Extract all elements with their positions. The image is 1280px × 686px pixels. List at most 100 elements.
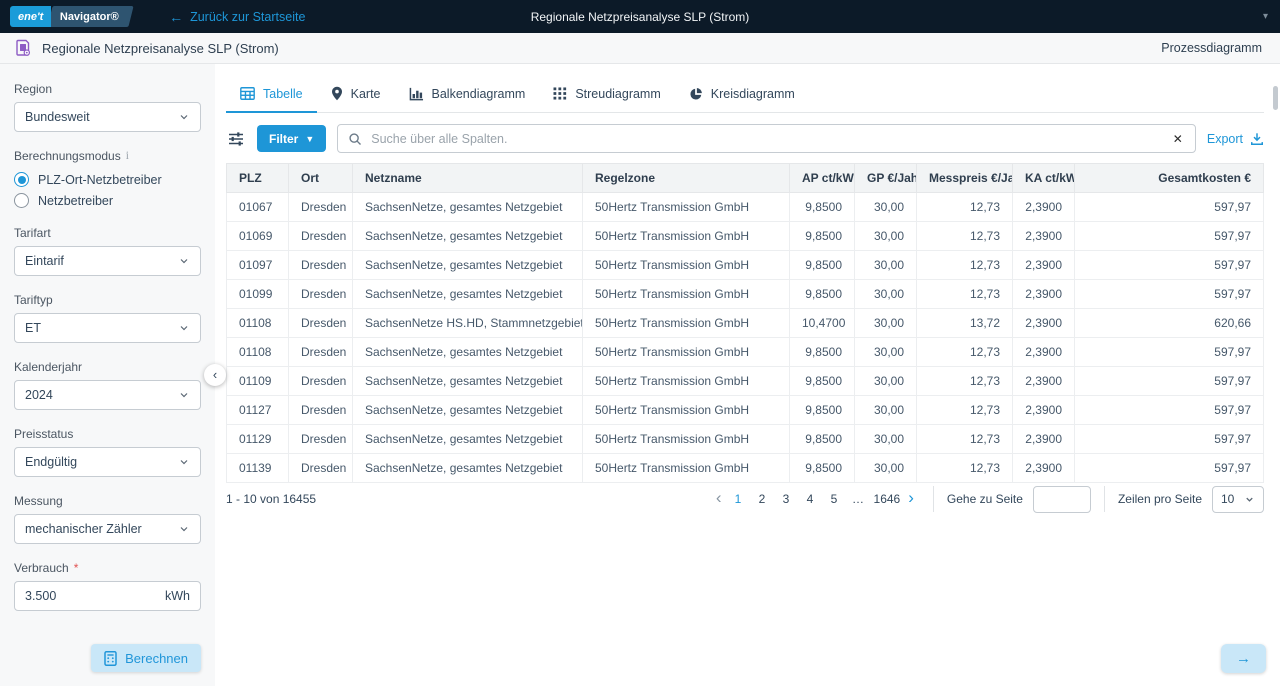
table-cell: 9,8500 xyxy=(790,193,855,222)
region-select[interactable]: Bundesweit xyxy=(14,102,201,132)
table-cell: Dresden xyxy=(289,454,353,483)
prev-page-button[interactable]: ‹ xyxy=(710,489,728,509)
table-row[interactable]: 01127DresdenSachsenNetze, gesamtes Netzg… xyxy=(227,396,1264,425)
messung-select[interactable]: mechanischer Zähler xyxy=(14,514,201,544)
next-page-button[interactable]: › xyxy=(902,489,920,509)
table-cell: 12,73 xyxy=(917,193,1013,222)
clear-search-button[interactable]: ✕ xyxy=(1171,132,1185,146)
page-number-button[interactable]: 5 xyxy=(824,488,845,510)
table-cell: 30,00 xyxy=(855,425,917,454)
page-number-button[interactable]: 2 xyxy=(752,488,773,510)
table-row[interactable]: 01097DresdenSachsenNetze, gesamtes Netzg… xyxy=(227,251,1264,280)
table-cell: Dresden xyxy=(289,280,353,309)
tarifart-select[interactable]: Eintarif xyxy=(14,246,201,276)
enet-navigator-logo[interactable]: ene't Navigator® xyxy=(10,6,131,27)
column-header[interactable]: Ort xyxy=(289,164,353,193)
table-row[interactable]: 01067DresdenSachsenNetze, gesamtes Netzg… xyxy=(227,193,1264,222)
berechnen-button[interactable]: Berechnen xyxy=(91,644,201,672)
tab-karte[interactable]: Karte xyxy=(317,78,395,112)
table-cell: 01099 xyxy=(227,280,289,309)
table-cell: 50Hertz Transmission GmbH xyxy=(583,309,790,338)
chevron-down-icon xyxy=(178,523,190,535)
berechnungsmodus-radio-group: PLZ-Ort-Netzbetreiber Netzbetreiber xyxy=(14,169,201,211)
table-row[interactable]: 01108DresdenSachsenNetze HS.HD, Stammnet… xyxy=(227,309,1264,338)
table-cell: 9,8500 xyxy=(790,338,855,367)
main-content: Tabelle Karte Balkendiagramm xyxy=(215,64,1280,686)
column-header[interactable]: PLZ xyxy=(227,164,289,193)
region-field: Region Bundesweit xyxy=(14,82,201,132)
column-header[interactable]: Messpreis €/Jahr xyxy=(917,164,1013,193)
kalenderjahr-select[interactable]: 2024 xyxy=(14,380,201,410)
table-row[interactable]: 01129DresdenSachsenNetze, gesamtes Netzg… xyxy=(227,425,1264,454)
filter-button[interactable]: Filter ▼ xyxy=(257,125,326,152)
page-title: Regionale Netzpreisanalyse SLP (Strom) xyxy=(42,41,279,56)
radio-netzbetreiber[interactable]: Netzbetreiber xyxy=(14,190,201,211)
column-header[interactable]: Gesamtkosten € xyxy=(1075,164,1264,193)
rows-per-page-label: Zeilen pro Seite xyxy=(1118,492,1202,506)
page-number-button[interactable]: 1646 xyxy=(872,488,903,510)
table-cell: 50Hertz Transmission GmbH xyxy=(583,222,790,251)
table-cell: 597,97 xyxy=(1075,280,1264,309)
table-cell: 01109 xyxy=(227,367,289,396)
table-cell: 620,66 xyxy=(1075,309,1264,338)
radio-plz-ort-netzbetreiber[interactable]: PLZ-Ort-Netzbetreiber xyxy=(14,169,201,190)
sidebar-collapse-button[interactable]: ‹ xyxy=(204,364,226,386)
scrollbar-thumb[interactable] xyxy=(1273,86,1278,110)
table-row[interactable]: 01139DresdenSachsenNetze, gesamtes Netzg… xyxy=(227,454,1264,483)
search-input[interactable] xyxy=(371,132,1162,146)
tab-kreisdiagramm[interactable]: Kreisdiagramm xyxy=(675,78,809,112)
table-header-row: PLZOrtNetznameRegelzoneAP ct/kWhGP €/Jah… xyxy=(227,164,1264,193)
table-row[interactable]: 01109DresdenSachsenNetze, gesamtes Netzg… xyxy=(227,367,1264,396)
radio-unselected-icon xyxy=(14,193,29,208)
back-to-home-link[interactable]: ← Zurück zur Startseite xyxy=(169,10,305,24)
column-header[interactable]: GP €/Jahr xyxy=(855,164,917,193)
verbrauch-input[interactable] xyxy=(25,589,125,603)
table-cell: 2,3900 xyxy=(1013,280,1075,309)
tab-tabelle[interactable]: Tabelle xyxy=(226,78,317,112)
page-number-button[interactable]: 1 xyxy=(728,488,749,510)
table-cell: 2,3900 xyxy=(1013,425,1075,454)
table-cell: Dresden xyxy=(289,367,353,396)
table-row[interactable]: 01069DresdenSachsenNetze, gesamtes Netzg… xyxy=(227,222,1264,251)
tarifart-field: Tarifart Eintarif xyxy=(14,226,201,276)
table-cell: 01108 xyxy=(227,309,289,338)
column-header[interactable]: Regelzone xyxy=(583,164,790,193)
next-step-button[interactable]: → xyxy=(1221,644,1266,673)
tariftyp-select[interactable]: ET xyxy=(14,313,201,343)
table-cell: 50Hertz Transmission GmbH xyxy=(583,367,790,396)
page-number-button[interactable]: 4 xyxy=(800,488,821,510)
pagination-range-text: 1 - 10 von 16455 xyxy=(226,492,316,506)
region-label: Region xyxy=(14,82,201,96)
berechnungsmodus-label: Berechnungsmodus i xyxy=(14,149,201,163)
table-cell: 30,00 xyxy=(855,222,917,251)
column-header[interactable]: KA ct/kWh xyxy=(1013,164,1075,193)
export-button[interactable]: Export xyxy=(1207,132,1264,146)
preisstatus-select[interactable]: Endgültig xyxy=(14,447,201,477)
chevron-down-icon[interactable]: ▾ xyxy=(1263,11,1268,22)
table-row[interactable]: 01108DresdenSachsenNetze, gesamtes Netzg… xyxy=(227,338,1264,367)
table-cell: 9,8500 xyxy=(790,396,855,425)
table-cell: SachsenNetze, gesamtes Netzgebiet xyxy=(353,222,583,251)
table-cell: Dresden xyxy=(289,222,353,251)
goto-page-input[interactable] xyxy=(1033,486,1091,513)
column-header[interactable]: AP ct/kWh xyxy=(790,164,855,193)
kalenderjahr-field: Kalenderjahr 2024 xyxy=(14,360,201,410)
table-cell: 01108 xyxy=(227,338,289,367)
rows-per-page-select[interactable]: 10 xyxy=(1212,486,1264,513)
tab-streudiagramm[interactable]: Streudiagramm xyxy=(539,78,674,112)
tab-label: Balkendiagramm xyxy=(432,87,526,101)
tariftyp-field: Tariftyp ET xyxy=(14,293,201,343)
page-number-button[interactable]: 3 xyxy=(776,488,797,510)
tab-balkendiagramm[interactable]: Balkendiagramm xyxy=(395,78,540,112)
info-icon[interactable]: i xyxy=(126,150,129,162)
column-header[interactable]: Netzname xyxy=(353,164,583,193)
pager-controls: ‹ 12345…1646 › Gehe zu Seite Zeilen pro … xyxy=(710,486,1264,513)
column-settings-button[interactable] xyxy=(226,130,246,148)
process-diagram-link[interactable]: Prozessdiagramm xyxy=(1161,41,1262,55)
table-cell: 12,73 xyxy=(917,222,1013,251)
berechnungsmodus-field: Berechnungsmodus i xyxy=(14,149,201,169)
table-cell: 2,3900 xyxy=(1013,454,1075,483)
table-cell: 30,00 xyxy=(855,280,917,309)
table-cell: 30,00 xyxy=(855,193,917,222)
table-row[interactable]: 01099DresdenSachsenNetze, gesamtes Netzg… xyxy=(227,280,1264,309)
